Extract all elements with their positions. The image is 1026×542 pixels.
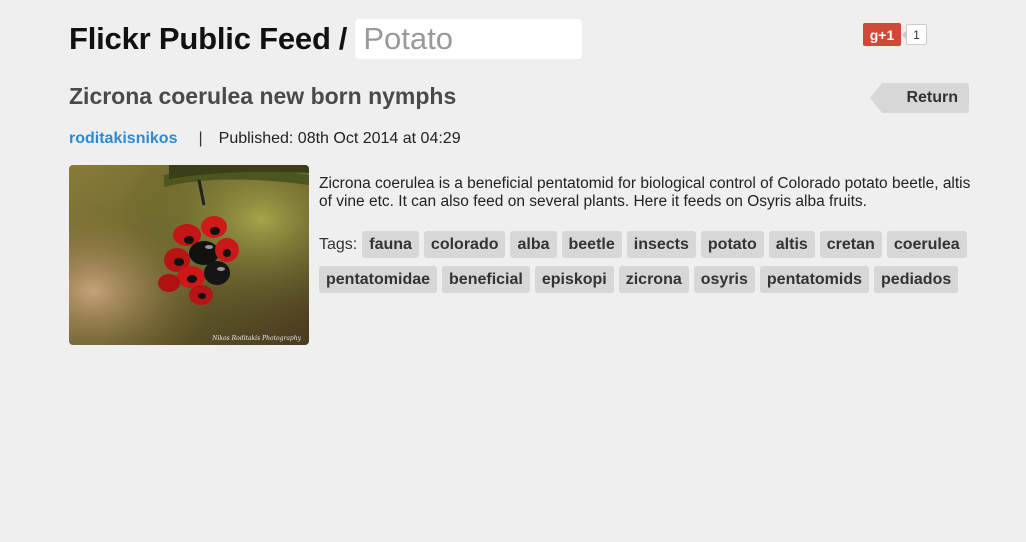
post-meta: roditakisnikos | Published: 08th Oct 201… (69, 130, 461, 148)
tag-pentatomids[interactable]: pentatomids (759, 266, 870, 293)
google-plus-button[interactable]: g+1 (863, 23, 901, 46)
header: Flickr Public Feed / (69, 18, 583, 60)
tag-beetle[interactable]: beetle (561, 231, 622, 258)
post-description: Zicrona coerulea is a beneficial pentato… (319, 175, 971, 210)
tag-potato[interactable]: potato (700, 231, 764, 258)
tag-osyris[interactable]: osyris (693, 266, 755, 293)
return-label: Return (906, 89, 958, 106)
tag-altis[interactable]: altis (768, 231, 815, 258)
meta-separator: | (198, 130, 203, 147)
tag-episkopi[interactable]: episkopi (534, 266, 614, 293)
tag-pentatomidae[interactable]: pentatomidae (319, 266, 438, 293)
tag-coerulea[interactable]: coerulea (886, 231, 967, 258)
tags-label: Tags: (319, 236, 358, 253)
photo-image: Nikos Roditakis Photography (69, 165, 309, 345)
photo-watermark: Nikos Roditakis Photography (211, 335, 301, 342)
tag-list: Tags: fauna colorado alba beetle insects… (319, 231, 979, 301)
tag-fauna[interactable]: fauna (362, 231, 419, 258)
google-plus-count: 1 (902, 24, 927, 45)
post-title: Zicrona coerulea new born nymphs (69, 83, 457, 109)
title-separator: / (338, 21, 348, 56)
tag-alba[interactable]: alba (510, 231, 557, 258)
tag-cretan[interactable]: cretan (819, 231, 882, 258)
tag-pediados[interactable]: pediados (874, 266, 959, 293)
tag-zicrona[interactable]: zicrona (618, 266, 689, 293)
return-button[interactable]: Return (870, 83, 969, 113)
tag-beneficial[interactable]: beneficial (442, 266, 530, 293)
tag-colorado[interactable]: colorado (423, 231, 506, 258)
site-title: Flickr Public Feed (69, 21, 331, 56)
published-date: Published: 08th Oct 2014 at 04:29 (218, 130, 461, 147)
search-input[interactable] (355, 19, 583, 59)
google-plus-widget: g+1 1 (863, 23, 927, 46)
tag-insects[interactable]: insects (626, 231, 696, 258)
author-link[interactable]: roditakisnikos (69, 130, 177, 148)
post-photo[interactable]: Nikos Roditakis Photography (69, 165, 309, 345)
